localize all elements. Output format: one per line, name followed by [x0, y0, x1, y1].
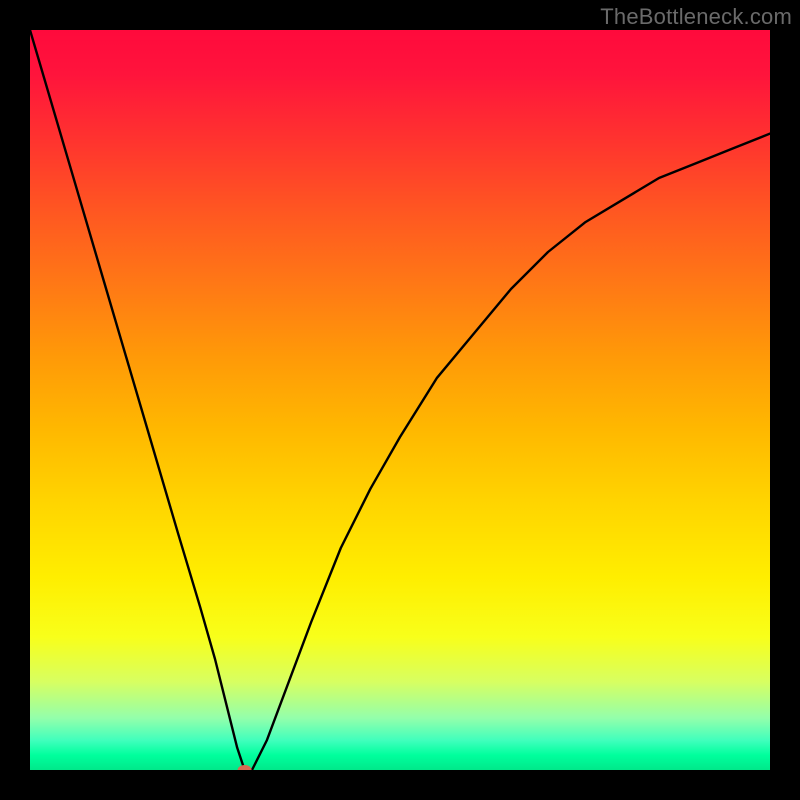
curve-svg: [30, 30, 770, 770]
minimum-marker: [238, 765, 252, 770]
bottleneck-curve: [30, 30, 770, 770]
watermark-text: TheBottleneck.com: [600, 4, 792, 30]
plot-area: [30, 30, 770, 770]
chart-container: TheBottleneck.com: [0, 0, 800, 800]
